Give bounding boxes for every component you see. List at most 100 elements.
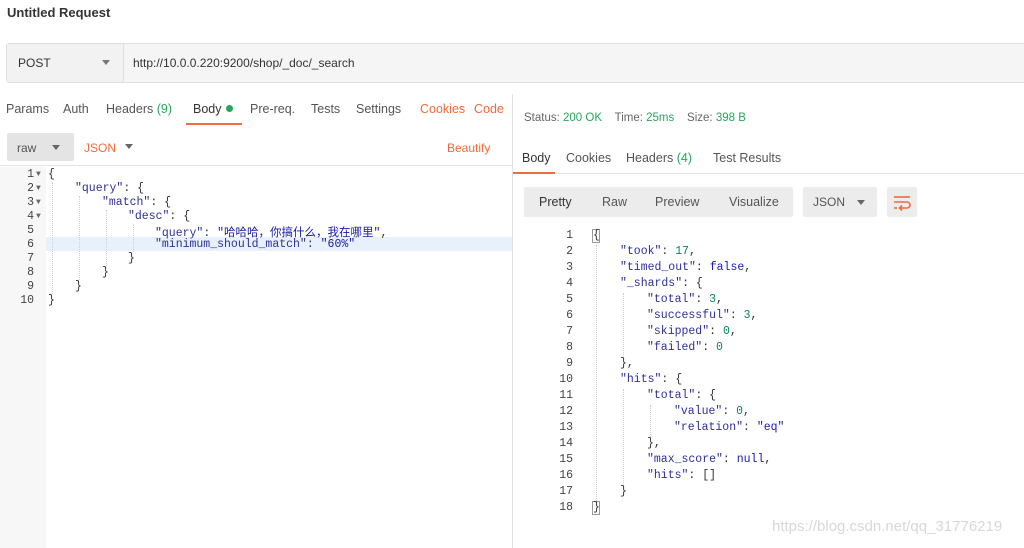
tab-auth[interactable]: Auth <box>63 102 89 116</box>
tab-pre-request[interactable]: Pre-req. <box>250 102 295 116</box>
fold-arrow-icon[interactable]: ▼ <box>36 170 41 179</box>
code-token: "hits" <box>647 469 689 482</box>
indent-guide <box>106 210 107 266</box>
active-tab-indicator <box>186 123 242 125</box>
code-line: "match": { <box>102 196 171 209</box>
code-link[interactable]: Code <box>474 102 504 116</box>
code-line: "total": { <box>647 389 716 402</box>
code-token: "eq" <box>756 421 785 434</box>
view-pretty[interactable]: Pretty <box>539 195 572 209</box>
line-number: 10 <box>559 373 573 386</box>
size-label: Size: <box>687 112 713 124</box>
code-token: } <box>75 280 82 293</box>
code-token: "total" <box>647 293 696 306</box>
request-title[interactable]: Untitled Request <box>7 5 110 20</box>
code-token: : { <box>695 389 717 402</box>
view-visualize[interactable]: Visualize <box>729 195 779 209</box>
response-tab-body[interactable]: Body <box>522 151 551 165</box>
view-preview[interactable]: Preview <box>655 195 699 209</box>
tab-settings[interactable]: Settings <box>356 102 401 116</box>
code-token: null <box>736 453 765 466</box>
status-label: Status: <box>524 112 560 124</box>
tab-tests[interactable]: Tests <box>311 102 340 116</box>
tab-label: Auth <box>63 102 89 116</box>
code-line: "max_score": null, <box>647 453 772 466</box>
response-body-viewer[interactable]: 1 2 3 4 5 6 7 8 9 10 11 12 13 14 15 16 1… <box>513 226 1024 526</box>
line-number: 6 <box>566 309 573 322</box>
tab-body[interactable]: Body <box>193 102 233 116</box>
code-line: } <box>593 501 600 514</box>
line-number: 9 <box>27 280 34 293</box>
line-number: 12 <box>559 405 573 418</box>
tab-label: Settings <box>356 102 402 116</box>
code-token: : { <box>682 277 703 290</box>
code-line: "value": 0, <box>674 405 750 418</box>
code-line: } <box>102 266 109 279</box>
code-token: "timed_out" <box>620 261 696 274</box>
headers-count: (4) <box>676 151 693 165</box>
code-line: "took": 17, <box>620 245 696 258</box>
chevron-down-icon <box>52 145 60 150</box>
code-token: "match" <box>102 196 151 209</box>
code-token: "60%" <box>320 238 356 251</box>
response-tab-cookies[interactable]: Cookies <box>566 151 611 165</box>
code-line: "skipped": 0, <box>647 325 737 338</box>
response-format-select[interactable]: JSON <box>803 187 877 217</box>
tab-headers[interactable]: Headers (9) <box>106 102 172 116</box>
body-mode-select[interactable]: raw <box>7 133 74 161</box>
method-select[interactable]: POST <box>7 44 124 82</box>
code-token: }, <box>647 437 661 450</box>
time-value[interactable]: 25ms <box>646 112 674 124</box>
line-number: 4 <box>27 210 34 223</box>
code-token: } <box>48 294 55 307</box>
code-line: "minimum_should_match": "60%" <box>155 238 355 251</box>
indent-guide <box>596 245 597 501</box>
code-token: [] <box>702 469 717 482</box>
fold-arrow-icon[interactable]: ▼ <box>36 198 41 207</box>
wrap-icon <box>894 196 911 212</box>
line-number: 3 <box>566 261 573 274</box>
line-number: 5 <box>566 293 573 306</box>
beautify-button[interactable]: Beautify <box>447 141 490 155</box>
response-tab-test-results[interactable]: Test Results <box>713 151 781 165</box>
fold-arrow-icon[interactable]: ▼ <box>36 184 41 193</box>
line-number: 1 <box>566 229 573 242</box>
code-line: "hits": [] <box>647 469 717 482</box>
cookies-link[interactable]: Cookies <box>420 102 465 116</box>
code-token: "minimum_should_match" <box>155 238 307 251</box>
response-tab-headers[interactable]: Headers (4) <box>626 151 692 165</box>
code-token: : { <box>150 196 172 209</box>
indent-guide <box>650 405 651 437</box>
line-number: 9 <box>566 357 573 370</box>
code-token: 0 <box>722 325 730 338</box>
code-line: }, <box>647 437 661 450</box>
title-bar: Untitled Request <box>0 0 1024 28</box>
chevron-down-icon[interactable] <box>125 144 133 149</box>
tab-label: Body <box>193 102 222 116</box>
line-number: 7 <box>27 252 34 265</box>
code-line: "total": 3, <box>647 293 723 306</box>
code-token: : { <box>123 182 145 195</box>
body-type-select[interactable]: JSON <box>84 141 116 155</box>
code-token: : <box>306 238 321 251</box>
line-number: 17 <box>559 485 573 498</box>
request-body-editor[interactable]: 1 2 3 4 5 6 7 8 9 10 ▼ ▼ ▼ ▼ { "query": … <box>0 167 512 548</box>
fold-arrow-icon[interactable]: ▼ <box>36 212 41 221</box>
size-value[interactable]: 398 B <box>716 112 746 124</box>
code-line: "successful": 3, <box>647 309 758 322</box>
code-line: } <box>620 485 627 498</box>
code-token: "desc" <box>128 210 170 223</box>
format-label: JSON <box>813 195 846 209</box>
status-value[interactable]: 200 OK <box>563 112 602 124</box>
code-token: { <box>593 229 600 242</box>
code-token: } <box>620 485 627 498</box>
code-line: { <box>593 229 600 242</box>
line-number: 3 <box>27 196 34 209</box>
view-raw[interactable]: Raw <box>602 195 627 209</box>
line-number: 2 <box>566 245 573 258</box>
url-input[interactable]: http://10.0.0.220:9200/shop/_doc/_search <box>133 56 355 70</box>
wrap-lines-button[interactable] <box>887 187 917 217</box>
code-line: "hits": { <box>620 373 682 386</box>
tab-label: Headers <box>106 102 154 116</box>
tab-params[interactable]: Params <box>6 102 49 116</box>
